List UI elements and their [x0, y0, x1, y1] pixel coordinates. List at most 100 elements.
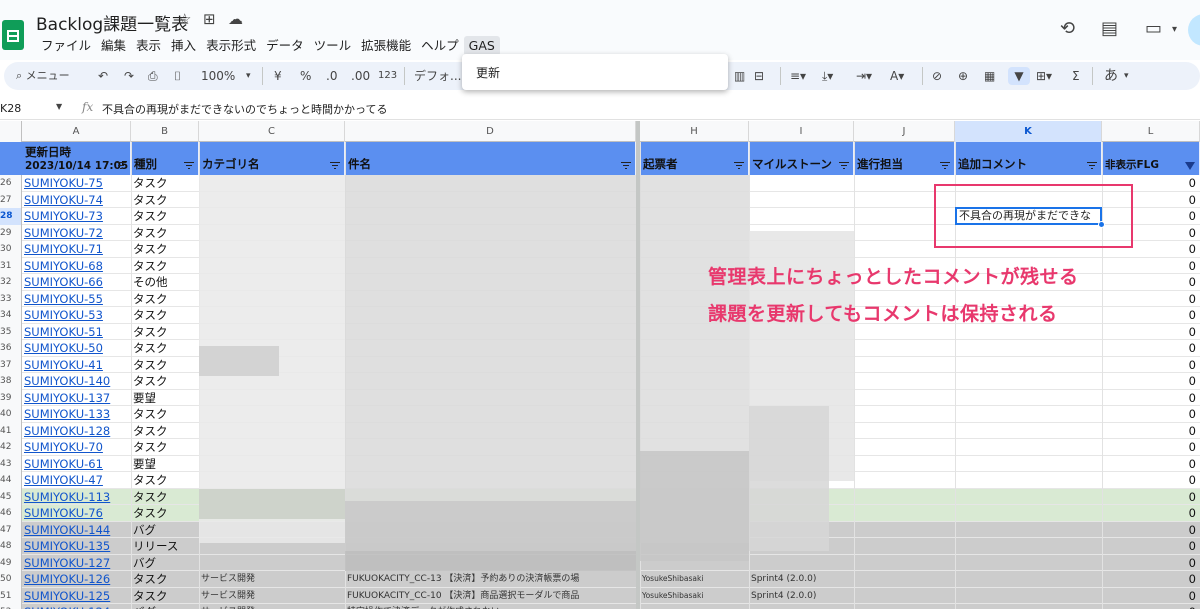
filter-active-icon[interactable] [1185, 162, 1195, 170]
row-header[interactable]: 49 [0, 554, 22, 571]
hidden-flag-cell[interactable]: 0 [1102, 390, 1200, 407]
undo-icon[interactable]: ↶ [98, 67, 108, 85]
issue-type-cell[interactable]: バグ [131, 555, 199, 572]
hidden-flag-cell[interactable]: 0 [1102, 258, 1200, 275]
hidden-flag-cell[interactable]: 0 [1102, 456, 1200, 473]
menu-item[interactable]: 表示形式 [201, 36, 261, 56]
subject-cell[interactable]: FUKUOKACITY_CC-13 【決済】予約ありの決済帳票の場 [345, 571, 636, 588]
filter-views-icon[interactable]: ⊞▾ [1036, 67, 1052, 85]
row-header[interactable]: 44 [0, 472, 22, 489]
menu-item[interactable]: 表示 [131, 36, 166, 56]
filter-icon[interactable] [940, 162, 950, 170]
row-header[interactable]: 41 [0, 422, 22, 439]
column-header-selected[interactable]: K [955, 121, 1102, 142]
row-header[interactable]: 43 [0, 455, 22, 472]
issue-type-cell[interactable]: バグ [131, 604, 199, 609]
issue-type-cell[interactable]: タスク [131, 439, 199, 456]
hidden-flag-cell[interactable]: 0 [1102, 307, 1200, 324]
filter-icon[interactable] [184, 162, 194, 170]
issue-key-link[interactable]: SUMIYOKU-76 [22, 505, 131, 522]
paint-format-icon[interactable]: ⌷ [174, 67, 181, 85]
input-tools-button[interactable]: あ [1104, 67, 1118, 85]
menu-item[interactable]: 拡張機能 [356, 36, 416, 56]
meet-dropdown-icon[interactable]: ▾ [1172, 24, 1177, 35]
header-milestone-cell[interactable]: マイルストーン [749, 142, 854, 175]
currency-format-button[interactable]: ¥ [274, 67, 282, 85]
horizontal-align-icon[interactable]: ≡▾ [790, 67, 806, 85]
insert-link-icon[interactable]: ⊘ [932, 67, 942, 85]
column-header[interactable]: I [749, 121, 854, 142]
row-header[interactable]: 30 [0, 241, 22, 258]
issue-key-link[interactable]: SUMIYOKU-135 [22, 538, 131, 555]
issue-type-cell[interactable]: タスク [131, 307, 199, 324]
zoom-dropdown-icon[interactable]: ▾ [246, 67, 251, 85]
header-reporter-cell[interactable]: 起票者 [640, 142, 749, 175]
issue-key-link[interactable]: SUMIYOKU-75 [22, 175, 131, 192]
row-header[interactable]: 32 [0, 274, 22, 291]
row-header[interactable]: 27 [0, 191, 22, 208]
fill-handle[interactable] [1098, 221, 1105, 228]
issue-type-cell[interactable]: タスク [131, 588, 199, 605]
issue-key-link[interactable]: SUMIYOKU-71 [22, 241, 131, 258]
column-header[interactable]: L [1102, 121, 1200, 142]
issue-key-link[interactable]: SUMIYOKU-66 [22, 274, 131, 291]
subject-cell[interactable]: FUKUOKACITY_CC-10 【決済】商品選択モーダルで商品 [345, 588, 636, 605]
text-color-icon[interactable]: ▥ [734, 67, 745, 85]
row-header[interactable]: 37 [0, 356, 22, 373]
row-header[interactable]: 51 [0, 587, 22, 604]
issue-key-link[interactable]: SUMIYOKU-124 [22, 604, 131, 609]
filter-icon[interactable] [621, 162, 631, 170]
header-assignee-cell[interactable]: 進行担当 [854, 142, 955, 175]
issue-key-link[interactable]: SUMIYOKU-113 [22, 489, 131, 506]
filter-icon[interactable] [734, 162, 744, 170]
issue-key-link[interactable]: SUMIYOKU-126 [22, 571, 131, 588]
header-comment-cell[interactable]: 追加コメント [955, 142, 1102, 175]
search-menus-button[interactable]: ⌕ メニュー [8, 64, 88, 88]
hidden-flag-cell[interactable]: 0 [1102, 555, 1200, 572]
hidden-flag-cell[interactable]: 0 [1102, 291, 1200, 308]
issue-key-link[interactable]: SUMIYOKU-47 [22, 472, 131, 489]
sheets-logo-icon[interactable] [2, 20, 24, 50]
issue-key-link[interactable]: SUMIYOKU-55 [22, 291, 131, 308]
row-header[interactable]: 50 [0, 571, 22, 588]
star-icon[interactable]: ☆ [178, 10, 191, 28]
reporter-cell[interactable] [640, 604, 749, 609]
column-header[interactable]: J [854, 121, 955, 142]
row-header[interactable]: 29 [0, 224, 22, 241]
hidden-flag-cell[interactable]: 0 [1102, 538, 1200, 555]
row-header[interactable]: 26 [0, 175, 22, 192]
document-title[interactable]: Backlog課題一覧表 [36, 10, 188, 35]
issue-type-cell[interactable]: タスク [131, 208, 199, 225]
filter-icon[interactable] [330, 162, 340, 170]
hidden-flag-cell[interactable]: 0 [1102, 489, 1200, 506]
merge-cells-icon[interactable]: ⊟ [754, 67, 764, 85]
row-header[interactable]: 35 [0, 323, 22, 340]
filter-icon[interactable]: ▼ [1008, 67, 1030, 85]
issue-type-cell[interactable]: タスク [131, 406, 199, 423]
issue-type-cell[interactable]: 要望 [131, 390, 199, 407]
share-button[interactable] [1188, 14, 1200, 46]
issue-key-link[interactable]: SUMIYOKU-72 [22, 225, 131, 242]
row-header[interactable]: 45 [0, 488, 22, 505]
frozen-column-divider[interactable] [636, 121, 640, 609]
issue-key-link[interactable]: SUMIYOKU-74 [22, 192, 131, 209]
header-type-cell[interactable]: 種別 [131, 142, 199, 175]
move-folder-icon[interactable]: ⊞ [203, 10, 216, 28]
header-hidden-flag-cell[interactable]: 非表示FLG [1102, 142, 1200, 175]
hidden-flag-cell[interactable]: 0 [1102, 604, 1200, 609]
header-subject-cell[interactable]: 件名 [345, 142, 636, 175]
milestone-cell[interactable]: Sprint4 (2.0.0) [749, 571, 854, 588]
issue-key-link[interactable]: SUMIYOKU-140 [22, 373, 131, 390]
row-header[interactable]: 36 [0, 340, 22, 357]
issue-key-link[interactable]: SUMIYOKU-50 [22, 340, 131, 357]
menu-item[interactable]: 挿入 [166, 36, 201, 56]
functions-icon[interactable]: Σ [1072, 67, 1080, 85]
redo-icon[interactable]: ↷ [124, 67, 134, 85]
version-history-icon[interactable]: ⟲ [1060, 18, 1075, 39]
hidden-flag-cell[interactable]: 0 [1102, 274, 1200, 291]
column-header[interactable]: D [345, 121, 636, 142]
issue-key-link[interactable]: SUMIYOKU-53 [22, 307, 131, 324]
menu-item[interactable]: ファイル [36, 36, 96, 56]
issue-type-cell[interactable]: タスク [131, 489, 199, 506]
menu-item[interactable]: データ [261, 36, 309, 56]
